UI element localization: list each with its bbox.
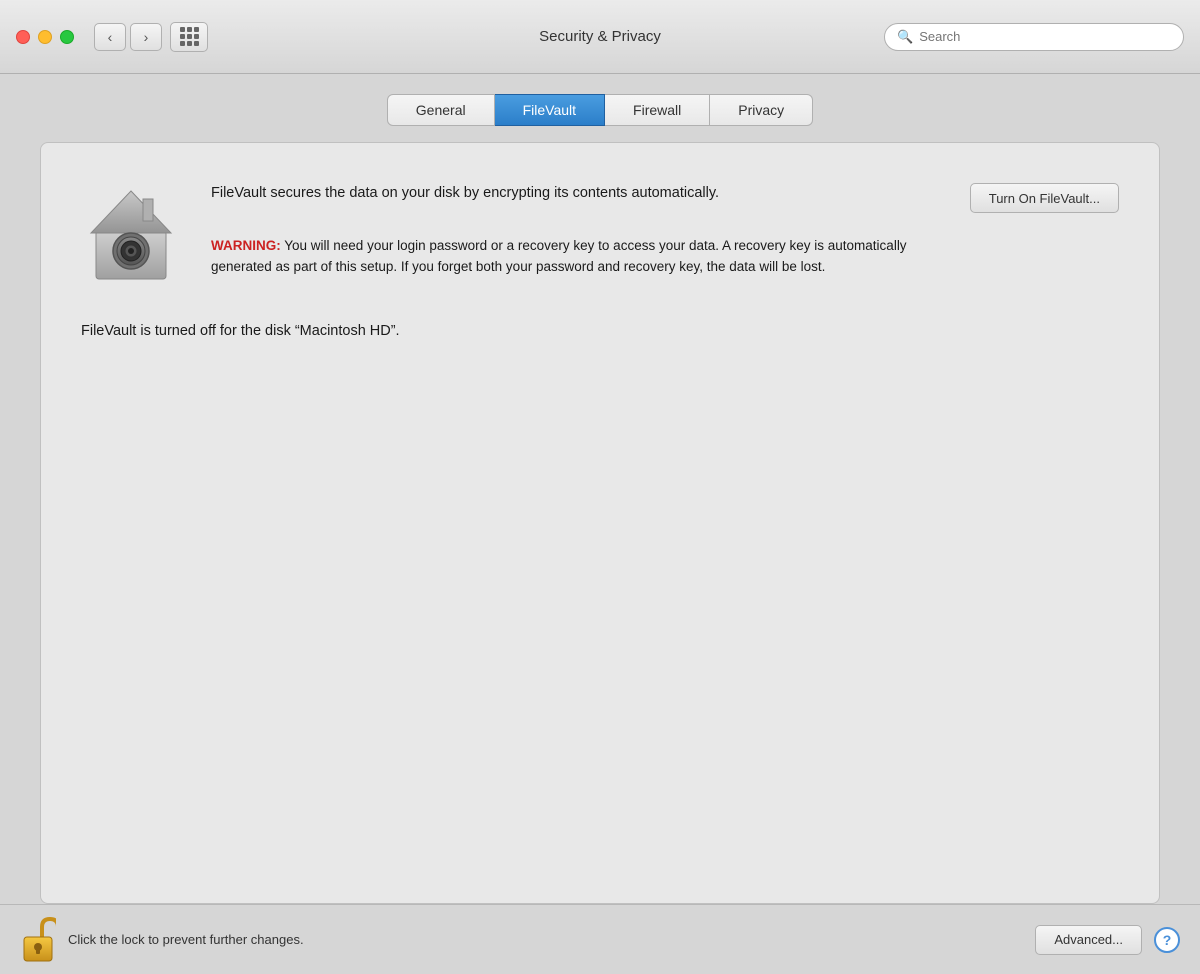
forward-button[interactable]: › [130,23,162,51]
content-panel: FileVault secures the data on your disk … [40,142,1160,904]
warning-label: WARNING: [211,238,281,253]
traffic-lights [16,30,74,44]
turn-on-filevault-button[interactable]: Turn On FileVault... [970,183,1119,213]
advanced-button[interactable]: Advanced... [1035,925,1142,955]
nav-buttons: ‹ › [94,23,162,51]
lock-label: Click the lock to prevent further change… [68,932,304,947]
tabs-bar: General FileVault Firewall Privacy [40,94,1160,126]
filevault-status: FileVault is turned off for the disk “Ma… [81,323,1119,339]
main-content: General FileVault Firewall Privacy [0,74,1200,904]
filevault-icon [81,183,181,283]
lock-area[interactable]: Click the lock to prevent further change… [20,917,304,963]
tab-firewall[interactable]: Firewall [605,94,710,126]
bottom-bar: Click the lock to prevent further change… [0,904,1200,974]
warning-text: WARNING: You will need your login passwo… [211,235,940,278]
tab-general[interactable]: General [387,94,495,126]
back-button[interactable]: ‹ [94,23,126,51]
tab-privacy[interactable]: Privacy [710,94,813,126]
grid-view-button[interactable] [170,22,208,52]
tab-filevault[interactable]: FileVault [495,94,605,126]
window-title: Security & Privacy [539,28,661,45]
top-section: FileVault secures the data on your disk … [81,183,1119,283]
lock-icon [20,917,56,963]
search-input[interactable] [919,29,1171,44]
close-button[interactable] [16,30,30,44]
filevault-description: FileVault secures the data on your disk … [211,183,940,205]
titlebar: ‹ › Security & Privacy 🔍 [0,0,1200,74]
help-button[interactable]: ? [1154,927,1180,953]
panel-inner: FileVault secures the data on your disk … [81,183,1119,863]
warning-body: You will need your login password or a r… [211,238,907,275]
minimize-button[interactable] [38,30,52,44]
search-box[interactable]: 🔍 [884,23,1184,51]
search-icon: 🔍 [897,29,913,45]
maximize-button[interactable] [60,30,74,44]
bottom-right-buttons: Advanced... ? [1035,925,1180,955]
grid-icon [180,27,199,46]
